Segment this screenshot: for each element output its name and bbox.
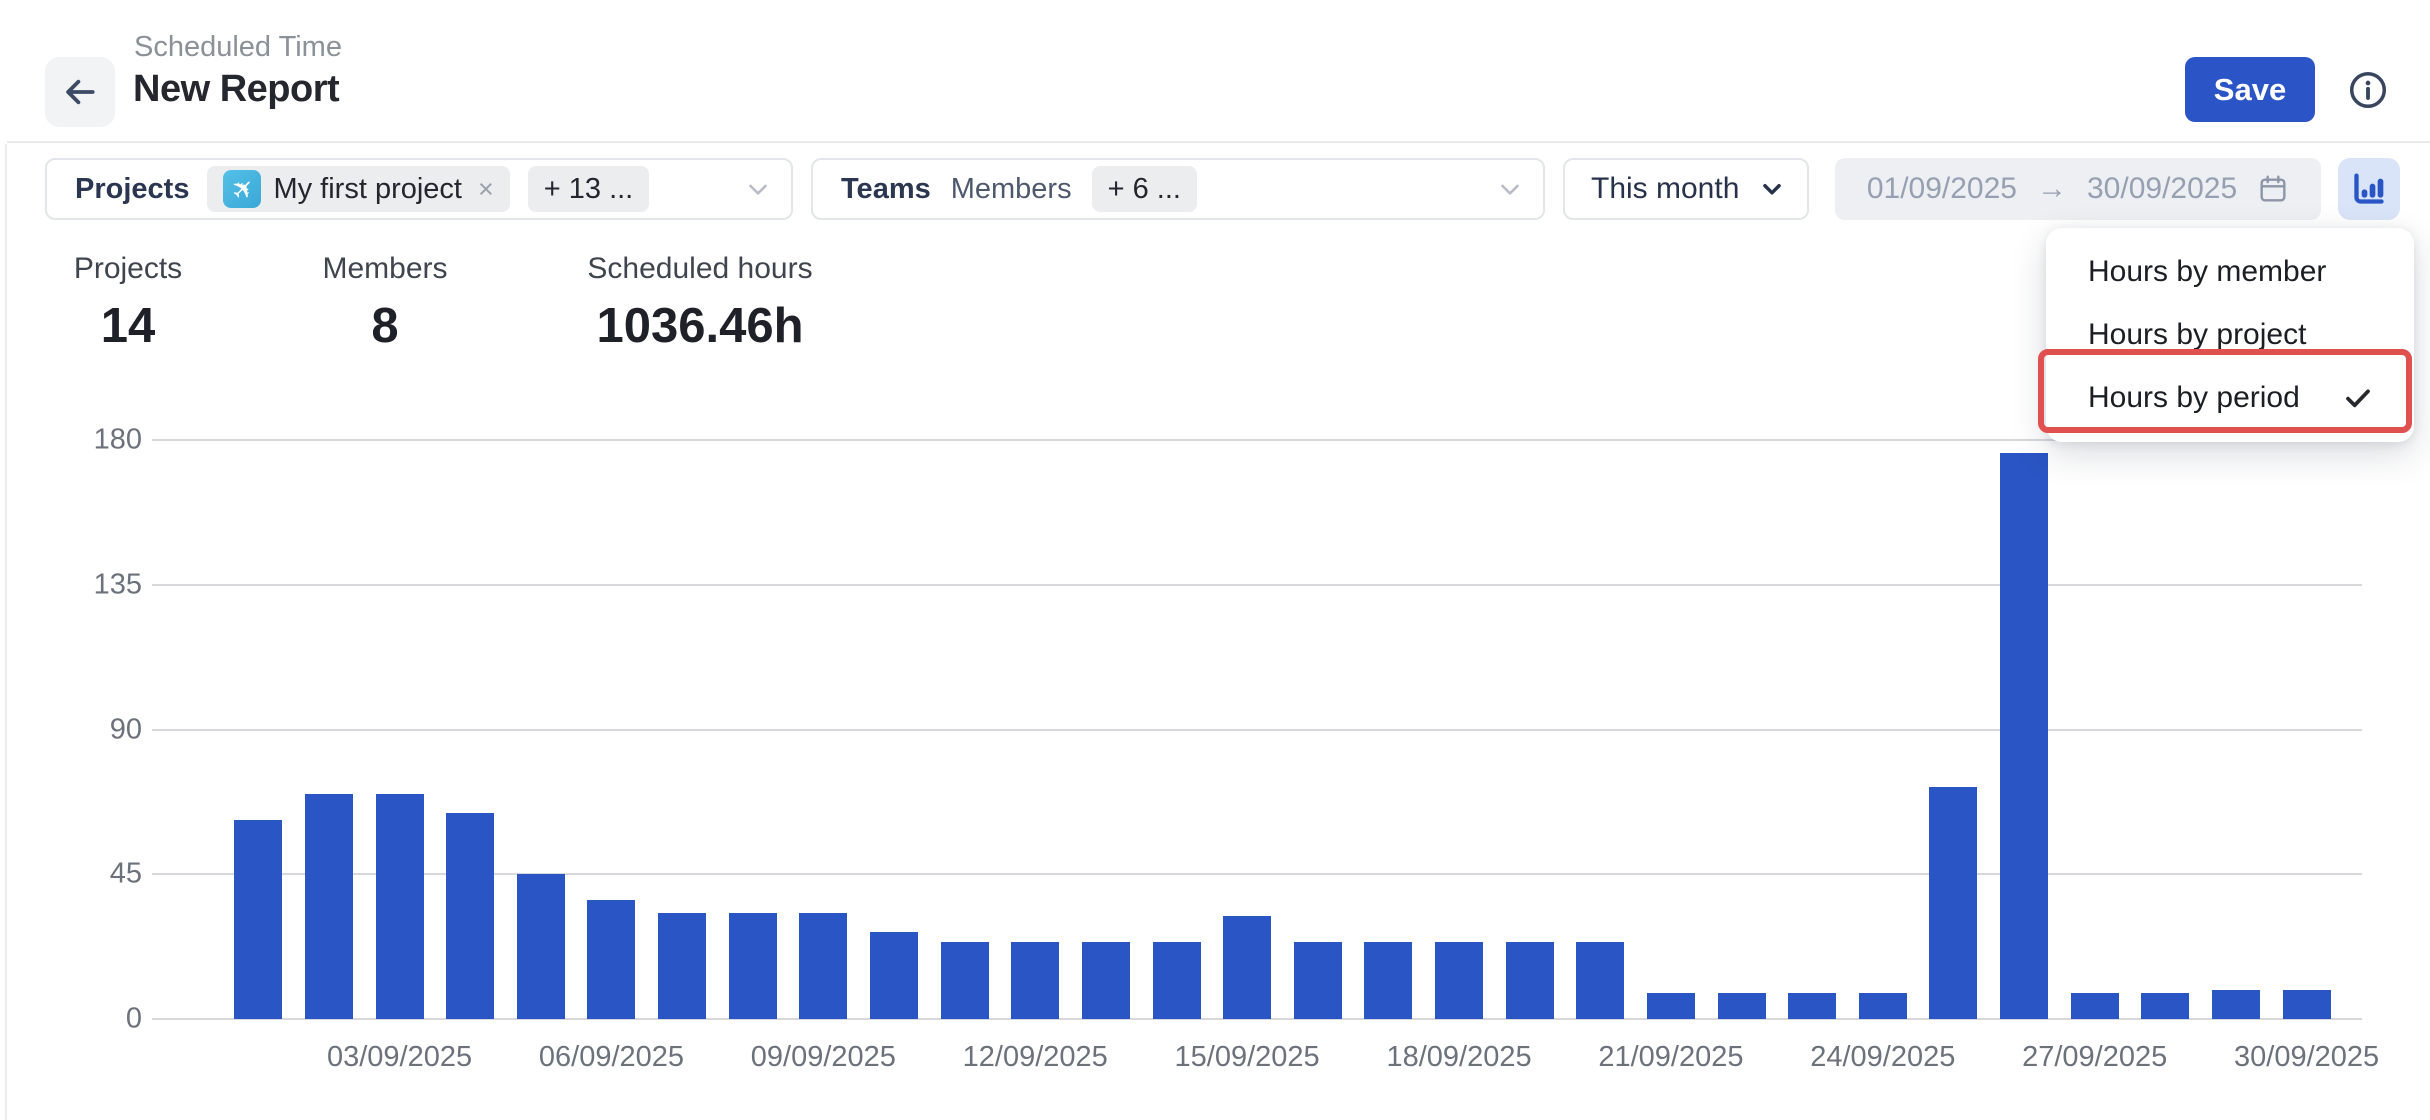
x-axis-tick-label: 12/09/2025 [963, 1041, 1108, 1074]
back-button[interactable] [45, 57, 115, 127]
project-chip-label: My first project [273, 173, 462, 206]
projects-more-chip[interactable]: + 13 ... [528, 166, 649, 212]
x-axis-tick-label: 18/09/2025 [1386, 1041, 1531, 1074]
menu-item-hours-by-period[interactable]: Hours by period [2046, 366, 2414, 429]
stat-members: Members 8 [320, 252, 450, 354]
bar-10/09/2025 [870, 932, 918, 1019]
teams-more-chip[interactable]: + 6 ... [1092, 166, 1197, 212]
bar-22/09/2025 [1718, 993, 1766, 1019]
bar-29/09/2025 [2212, 990, 2260, 1019]
x-axis-tick-label: 03/09/2025 [327, 1041, 472, 1074]
stat-label: Projects [58, 252, 198, 286]
page-title: New Report [133, 68, 339, 111]
hours-by-period-chart: 0 45 90 135 180 03/09/2025 06/09/2025 09/09/202… [60, 425, 2390, 1115]
remove-project-icon[interactable]: × [478, 174, 494, 205]
bar-25/09/2025 [1929, 787, 1977, 1019]
bar-30/09/2025 [2283, 990, 2331, 1019]
stat-value: 14 [58, 298, 198, 354]
bar-28/09/2025 [2141, 993, 2189, 1019]
teams-filter[interactable]: Teams Members + 6 ... [811, 158, 1545, 220]
stat-label: Scheduled hours [570, 252, 830, 286]
chart-type-button[interactable] [2338, 158, 2400, 220]
date-range-field[interactable]: 01/09/2025 → 30/09/2025 [1835, 158, 2321, 220]
bar-08/09/2025 [729, 913, 777, 1019]
bar-17/09/2025 [1364, 942, 1412, 1019]
stat-value: 1036.46h [570, 298, 830, 354]
chevron-down-icon[interactable] [1495, 174, 1525, 204]
stat-label: Members [320, 252, 450, 286]
save-button[interactable]: Save [2185, 57, 2315, 122]
bar-09/09/2025 [799, 913, 847, 1019]
x-axis-tick-label: 24/09/2025 [1810, 1041, 1955, 1074]
x-axis-tick-label: 09/09/2025 [751, 1041, 896, 1074]
chevron-down-icon[interactable] [743, 174, 773, 204]
bar-15/09/2025 [1223, 916, 1271, 1019]
bar-14/09/2025 [1153, 942, 1201, 1019]
bar-21/09/2025 [1647, 993, 1695, 1019]
x-axis-tick-label: 30/09/2025 [2234, 1041, 2379, 1074]
bar-04/09/2025 [446, 813, 494, 1019]
arrow-right-icon: → [2037, 172, 2067, 206]
menu-item-label: Hours by member [2088, 255, 2326, 289]
date-preset-select[interactable]: This month [1563, 158, 1809, 220]
bar-23/09/2025 [1788, 993, 1836, 1019]
x-axis-tick-label: 06/09/2025 [539, 1041, 684, 1074]
info-icon[interactable] [2347, 69, 2389, 111]
bar-02/09/2025 [305, 794, 353, 1019]
start-date-value[interactable]: 01/09/2025 [1867, 172, 2017, 206]
chevron-down-icon [1759, 176, 1785, 202]
bar-27/09/2025 [2071, 993, 2119, 1019]
project-chip[interactable]: ✈ My first project × [207, 166, 509, 212]
bar-20/09/2025 [1576, 942, 1624, 1019]
menu-item-label: Hours by project [2088, 318, 2306, 352]
stat-projects: Projects 14 [58, 252, 198, 354]
bar-26/09/2025 [2000, 453, 2048, 1019]
menu-item-hours-by-member[interactable]: Hours by member [2046, 240, 2414, 303]
y-axis-tick-label: 0 [60, 1003, 142, 1036]
calendar-icon[interactable] [2257, 173, 2289, 205]
x-axis-tick-label: 27/09/2025 [2022, 1041, 2167, 1074]
teams-filter-label: Teams [841, 173, 931, 206]
bar-16/09/2025 [1294, 942, 1342, 1019]
chart-type-menu: Hours by member Hours by project Hours by … [2046, 228, 2414, 442]
content-left-border [5, 144, 7, 1120]
x-axis-tick-label: 15/09/2025 [1175, 1041, 1320, 1074]
stat-scheduled-hours: Scheduled hours 1036.46h [570, 252, 830, 354]
header-divider [7, 141, 2430, 143]
breadcrumb: Scheduled Time [134, 31, 342, 64]
bar-24/09/2025 [1859, 993, 1907, 1019]
bar-06/09/2025 [587, 900, 635, 1019]
y-axis-tick-label: 45 [60, 858, 142, 891]
menu-item-hours-by-project[interactable]: Hours by project [2046, 303, 2414, 366]
y-axis-tick-label: 135 [60, 568, 142, 601]
stat-value: 8 [320, 298, 450, 354]
bar-12/09/2025 [1011, 942, 1059, 1019]
y-axis-tick-label: 90 [60, 713, 142, 746]
bar-chart-icon [2349, 169, 2389, 209]
bar-19/09/2025 [1506, 942, 1554, 1019]
arrow-left-icon [61, 73, 99, 111]
projects-filter-label: Projects [75, 173, 189, 206]
bar-18/09/2025 [1435, 942, 1483, 1019]
projects-filter[interactable]: Projects ✈ My first project × + 13 ... [45, 158, 793, 220]
project-avatar-airplane-icon: ✈ [223, 170, 261, 208]
bar-05/09/2025 [517, 874, 565, 1019]
bar-13/09/2025 [1082, 942, 1130, 1019]
teams-members-label[interactable]: Members [951, 173, 1072, 206]
date-preset-value: This month [1591, 172, 1739, 206]
end-date-value[interactable]: 30/09/2025 [2087, 172, 2237, 206]
bar-11/09/2025 [941, 942, 989, 1019]
menu-item-label: Hours by period [2088, 381, 2300, 415]
bar-07/09/2025 [658, 913, 706, 1019]
y-axis-tick-label: 180 [60, 424, 142, 457]
gridline-180 [152, 439, 2362, 441]
bar-01/09/2025 [234, 820, 282, 1019]
bar-03/09/2025 [376, 794, 424, 1019]
x-axis-tick-label: 21/09/2025 [1598, 1041, 1743, 1074]
checkmark-icon [2342, 382, 2374, 414]
